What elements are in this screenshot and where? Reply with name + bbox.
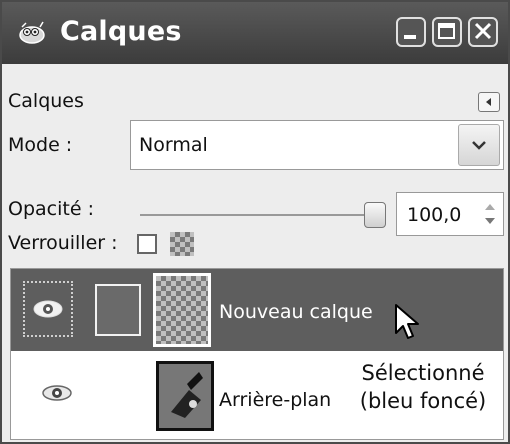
panel-menu-button[interactable] bbox=[478, 92, 500, 112]
panel-menu-arrow-icon bbox=[486, 98, 491, 106]
layer-thumbnail bbox=[156, 361, 214, 431]
title-bar[interactable]: Calques bbox=[2, 2, 508, 64]
gimp-wilber-icon bbox=[19, 21, 45, 44]
chain-toggle[interactable] bbox=[95, 284, 141, 336]
opacity-spinbox[interactable]: 100,0 bbox=[396, 192, 504, 236]
mode-label: Mode : bbox=[8, 134, 73, 156]
opacity-slider-handle[interactable] bbox=[364, 202, 386, 228]
lock-pixels-checkbox[interactable] bbox=[137, 234, 157, 254]
visibility-toggle[interactable] bbox=[23, 281, 73, 337]
wilber-picture bbox=[171, 372, 203, 418]
layer-list[interactable]: Nouveau calque Arrière-plan Sélectionné bbox=[10, 268, 504, 440]
opacity-value: 100,0 bbox=[407, 204, 462, 226]
layer-thumbnail bbox=[153, 273, 211, 347]
layer-row-arriere-plan[interactable]: Arrière-plan Sélectionné (bleu foncé) bbox=[11, 351, 503, 439]
eye-icon bbox=[33, 300, 63, 318]
opacity-slider-track[interactable] bbox=[140, 214, 372, 216]
spin-arrows-icon bbox=[485, 204, 495, 224]
layer-row-nouveau-calque[interactable]: Nouveau calque bbox=[11, 269, 503, 351]
lock-label: Verrouiller : bbox=[8, 232, 118, 254]
annotation-line-2: (bleu foncé) bbox=[359, 389, 487, 413]
close-button[interactable] bbox=[468, 17, 498, 47]
minimize-button[interactable] bbox=[396, 17, 426, 47]
eye-icon[interactable] bbox=[39, 381, 75, 405]
minimize-icon bbox=[404, 35, 416, 39]
maximize-button[interactable] bbox=[432, 17, 462, 47]
mode-value: Normal bbox=[139, 134, 208, 156]
layers-dialog: Calques Calques Mode : Normal Opacité: … bbox=[0, 0, 510, 444]
mode-select[interactable]: Normal bbox=[130, 120, 504, 170]
layer-name[interactable]: Nouveau calque bbox=[219, 301, 373, 323]
mouse-cursor-icon bbox=[395, 304, 419, 339]
mode-dropdown-button[interactable] bbox=[458, 124, 500, 166]
checkerboard-icon[interactable] bbox=[170, 232, 194, 256]
chevron-down-icon bbox=[472, 141, 486, 150]
layer-name[interactable]: Arrière-plan bbox=[219, 389, 331, 411]
annotation-line-1: Sélectionné bbox=[361, 361, 485, 385]
opacity-spin-buttons[interactable] bbox=[479, 195, 501, 233]
maximize-icon bbox=[438, 23, 455, 39]
panel-title: Calques bbox=[8, 90, 84, 112]
window-title: Calques bbox=[60, 16, 182, 47]
annotation-text: Sélectionné (bleu foncé) bbox=[341, 359, 503, 415]
close-icon bbox=[474, 22, 492, 40]
opacity-label: Opacité : bbox=[8, 198, 94, 220]
